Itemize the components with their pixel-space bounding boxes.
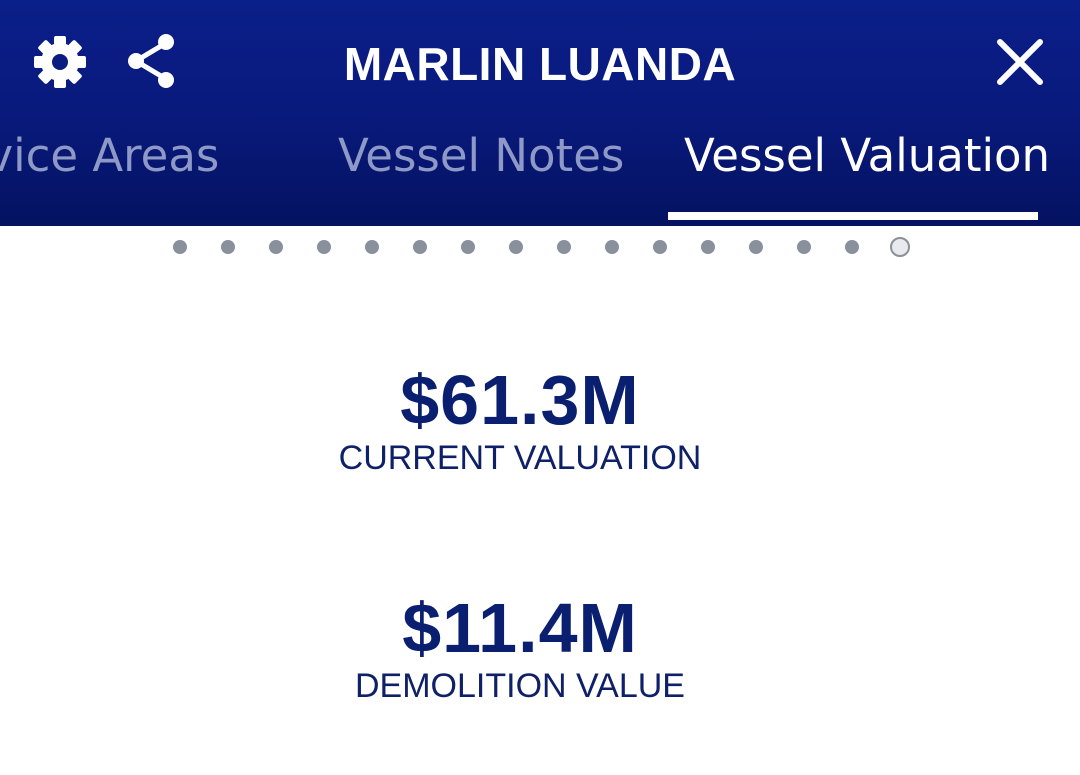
page-dot[interactable] [749, 240, 763, 254]
page-dot[interactable] [269, 240, 283, 254]
active-tab-indicator [668, 212, 1038, 220]
page-dot[interactable] [221, 240, 235, 254]
tab-vessel-valuation[interactable]: Vessel Valuation [684, 126, 1050, 186]
close-button[interactable] [990, 32, 1050, 92]
demolition-value-label: DEMOLITION VALUE [355, 667, 685, 705]
app-header: MARLIN LUANDA rvice Areas Vessel Notes V… [0, 0, 1080, 226]
page-dot[interactable] [797, 240, 811, 254]
demolition-value-block: $11.4M DEMOLITION VALUE [0, 590, 1040, 706]
close-icon [997, 39, 1043, 85]
current-valuation-value: $61.3M [400, 361, 640, 439]
page-dot[interactable] [413, 240, 427, 254]
tab-service-areas[interactable]: rvice Areas [0, 126, 219, 186]
vessel-title: MARLIN LUANDA [343, 38, 737, 90]
page-dot[interactable] [461, 240, 475, 254]
page-dot[interactable] [173, 240, 187, 254]
tab-vessel-notes[interactable]: Vessel Notes [338, 126, 624, 186]
page-dot[interactable] [890, 237, 910, 257]
current-valuation-label: CURRENT VALUATION [338, 439, 702, 477]
page-dot[interactable] [365, 240, 379, 254]
page-dot[interactable] [845, 240, 859, 254]
demolition-value-value: $11.4M [402, 589, 638, 667]
page-indicator [0, 236, 1080, 258]
page-dot[interactable] [605, 240, 619, 254]
page-dot[interactable] [509, 240, 523, 254]
page-dot[interactable] [557, 240, 571, 254]
page-dot[interactable] [653, 240, 667, 254]
current-valuation-block: $61.3M CURRENT VALUATION [0, 362, 1040, 478]
page-dot[interactable] [701, 240, 715, 254]
tab-bar: rvice Areas Vessel Notes Vessel Valuatio… [0, 120, 1080, 226]
page-dot[interactable] [317, 240, 331, 254]
